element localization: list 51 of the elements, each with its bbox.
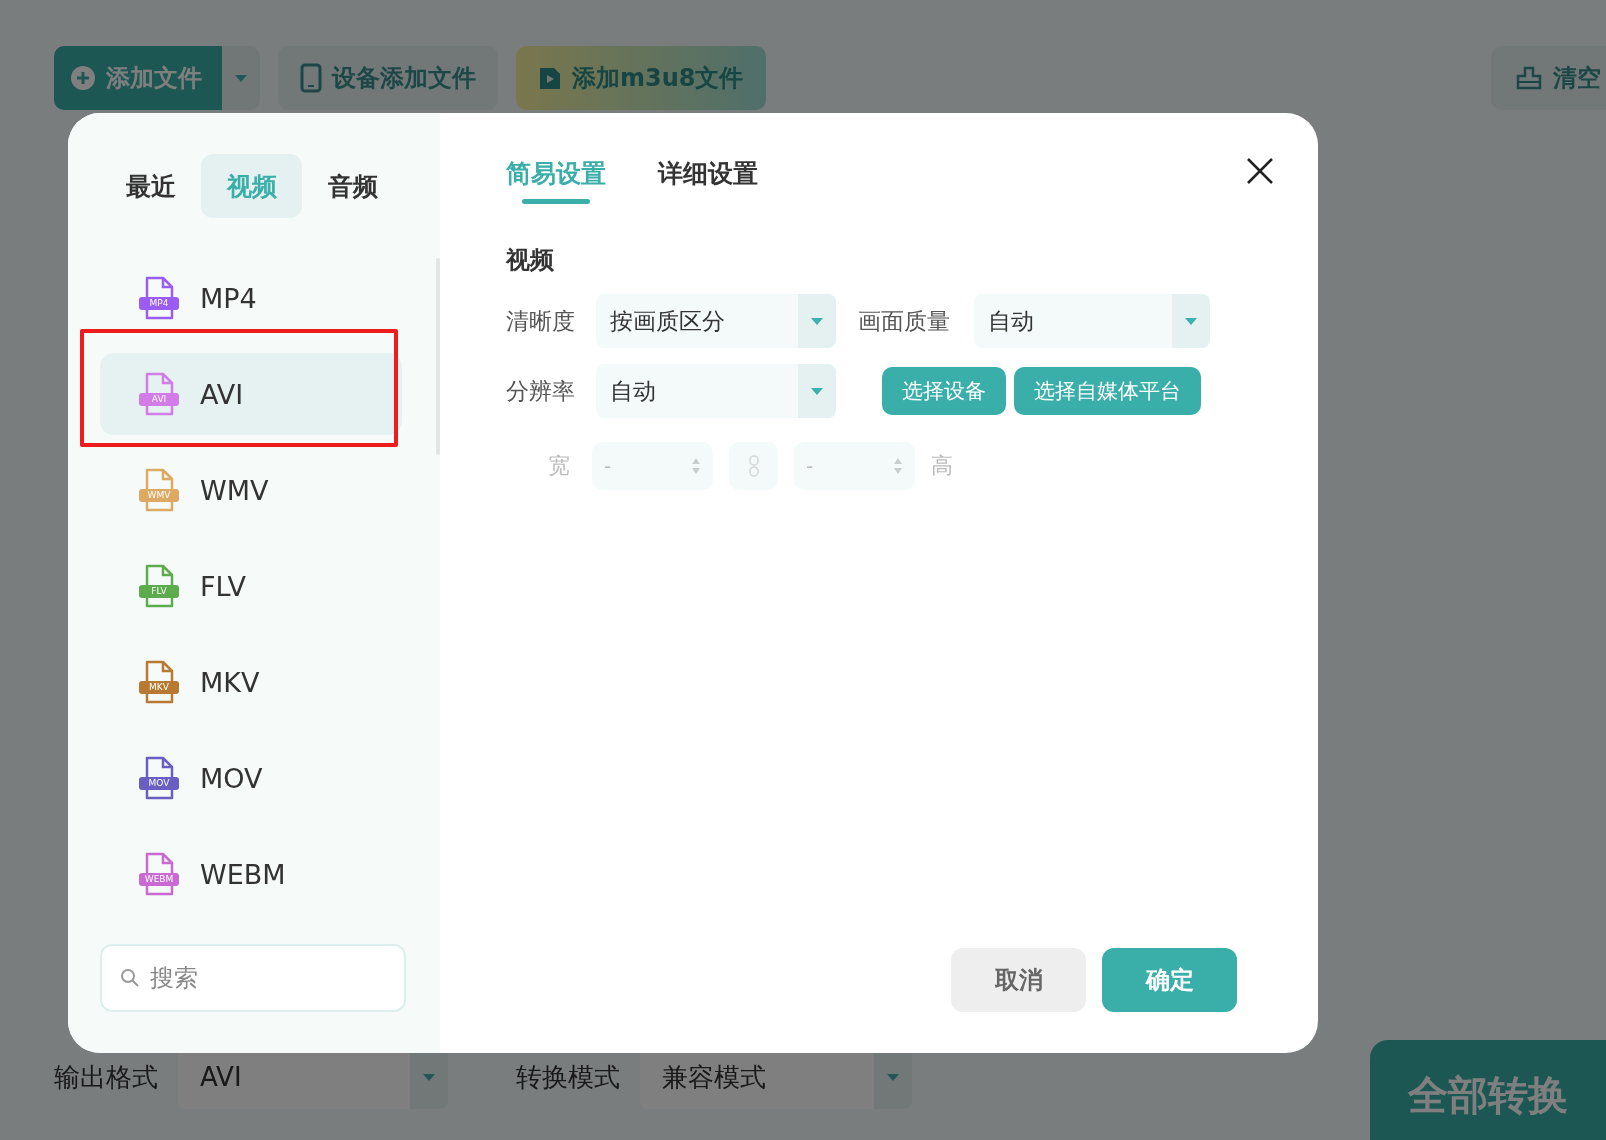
format-item[interactable]: WEBM WEBM xyxy=(100,833,402,915)
format-badge: FLV xyxy=(139,585,179,598)
search-field[interactable]: 搜索 xyxy=(100,944,406,1012)
video-file-icon xyxy=(538,65,562,91)
format-item[interactable]: WMV WMV xyxy=(100,449,402,531)
field-label: 分辨率 xyxy=(506,376,576,406)
format-badge: MOV xyxy=(139,777,179,790)
format-item[interactable]: MOV MOV xyxy=(100,737,402,819)
search-icon xyxy=(120,968,140,988)
format-item[interactable]: FLV FLV xyxy=(100,545,402,627)
link-icon xyxy=(747,454,760,478)
select-platform-button[interactable]: 选择自媒体平台 xyxy=(1014,367,1201,415)
plus-icon xyxy=(70,65,96,91)
format-item[interactable]: MP4 MP4 xyxy=(100,257,402,339)
caret-icon xyxy=(234,73,248,83)
dropdown[interactable]: 自动 xyxy=(596,364,836,418)
settings-tab[interactable]: 详细设置 xyxy=(658,157,758,204)
phone-icon xyxy=(300,63,322,93)
format-badge: WEBM xyxy=(139,873,179,886)
width-label: 宽 xyxy=(548,452,571,480)
dropdown[interactable]: 自动 xyxy=(974,294,1210,348)
dropdown[interactable]: 按画质区分 xyxy=(596,294,836,348)
format-badge: MP4 xyxy=(139,297,179,310)
format-badge: WMV xyxy=(139,489,179,502)
category-tab[interactable]: 音频 xyxy=(302,154,403,218)
select-device-button[interactable]: 选择设备 xyxy=(882,367,1006,415)
section-title: 视频 xyxy=(506,245,555,276)
cancel-button[interactable]: 取消 xyxy=(951,948,1086,1012)
caret-icon xyxy=(886,1072,900,1082)
format-item[interactable]: MKV MKV xyxy=(100,641,402,723)
caret-icon xyxy=(422,1072,436,1082)
confirm-button[interactable]: 确定 xyxy=(1102,948,1237,1012)
spin-icon xyxy=(691,456,701,476)
height-label: 高 xyxy=(931,452,954,480)
close-icon xyxy=(1246,157,1274,185)
spin-icon xyxy=(893,456,903,476)
format-badge: AVI xyxy=(139,393,179,406)
dropdown-button[interactable] xyxy=(222,46,260,110)
close-button[interactable] xyxy=(1246,157,1274,185)
settings-tab[interactable]: 简易设置 xyxy=(506,157,606,204)
field-label: 画面质量 xyxy=(858,306,951,336)
category-tab[interactable]: 最近 xyxy=(100,154,201,218)
field-label: 清晰度 xyxy=(506,306,576,336)
caret-icon xyxy=(810,316,824,326)
caret-icon xyxy=(810,386,824,396)
caret-icon xyxy=(1184,316,1198,326)
output-format-label: 输出格式 xyxy=(54,1061,158,1094)
format-item[interactable]: AVI AVI xyxy=(100,353,402,435)
format-badge: MKV xyxy=(139,681,179,694)
mode-label: 转换模式 xyxy=(516,1061,620,1094)
link-button[interactable] xyxy=(729,442,778,490)
